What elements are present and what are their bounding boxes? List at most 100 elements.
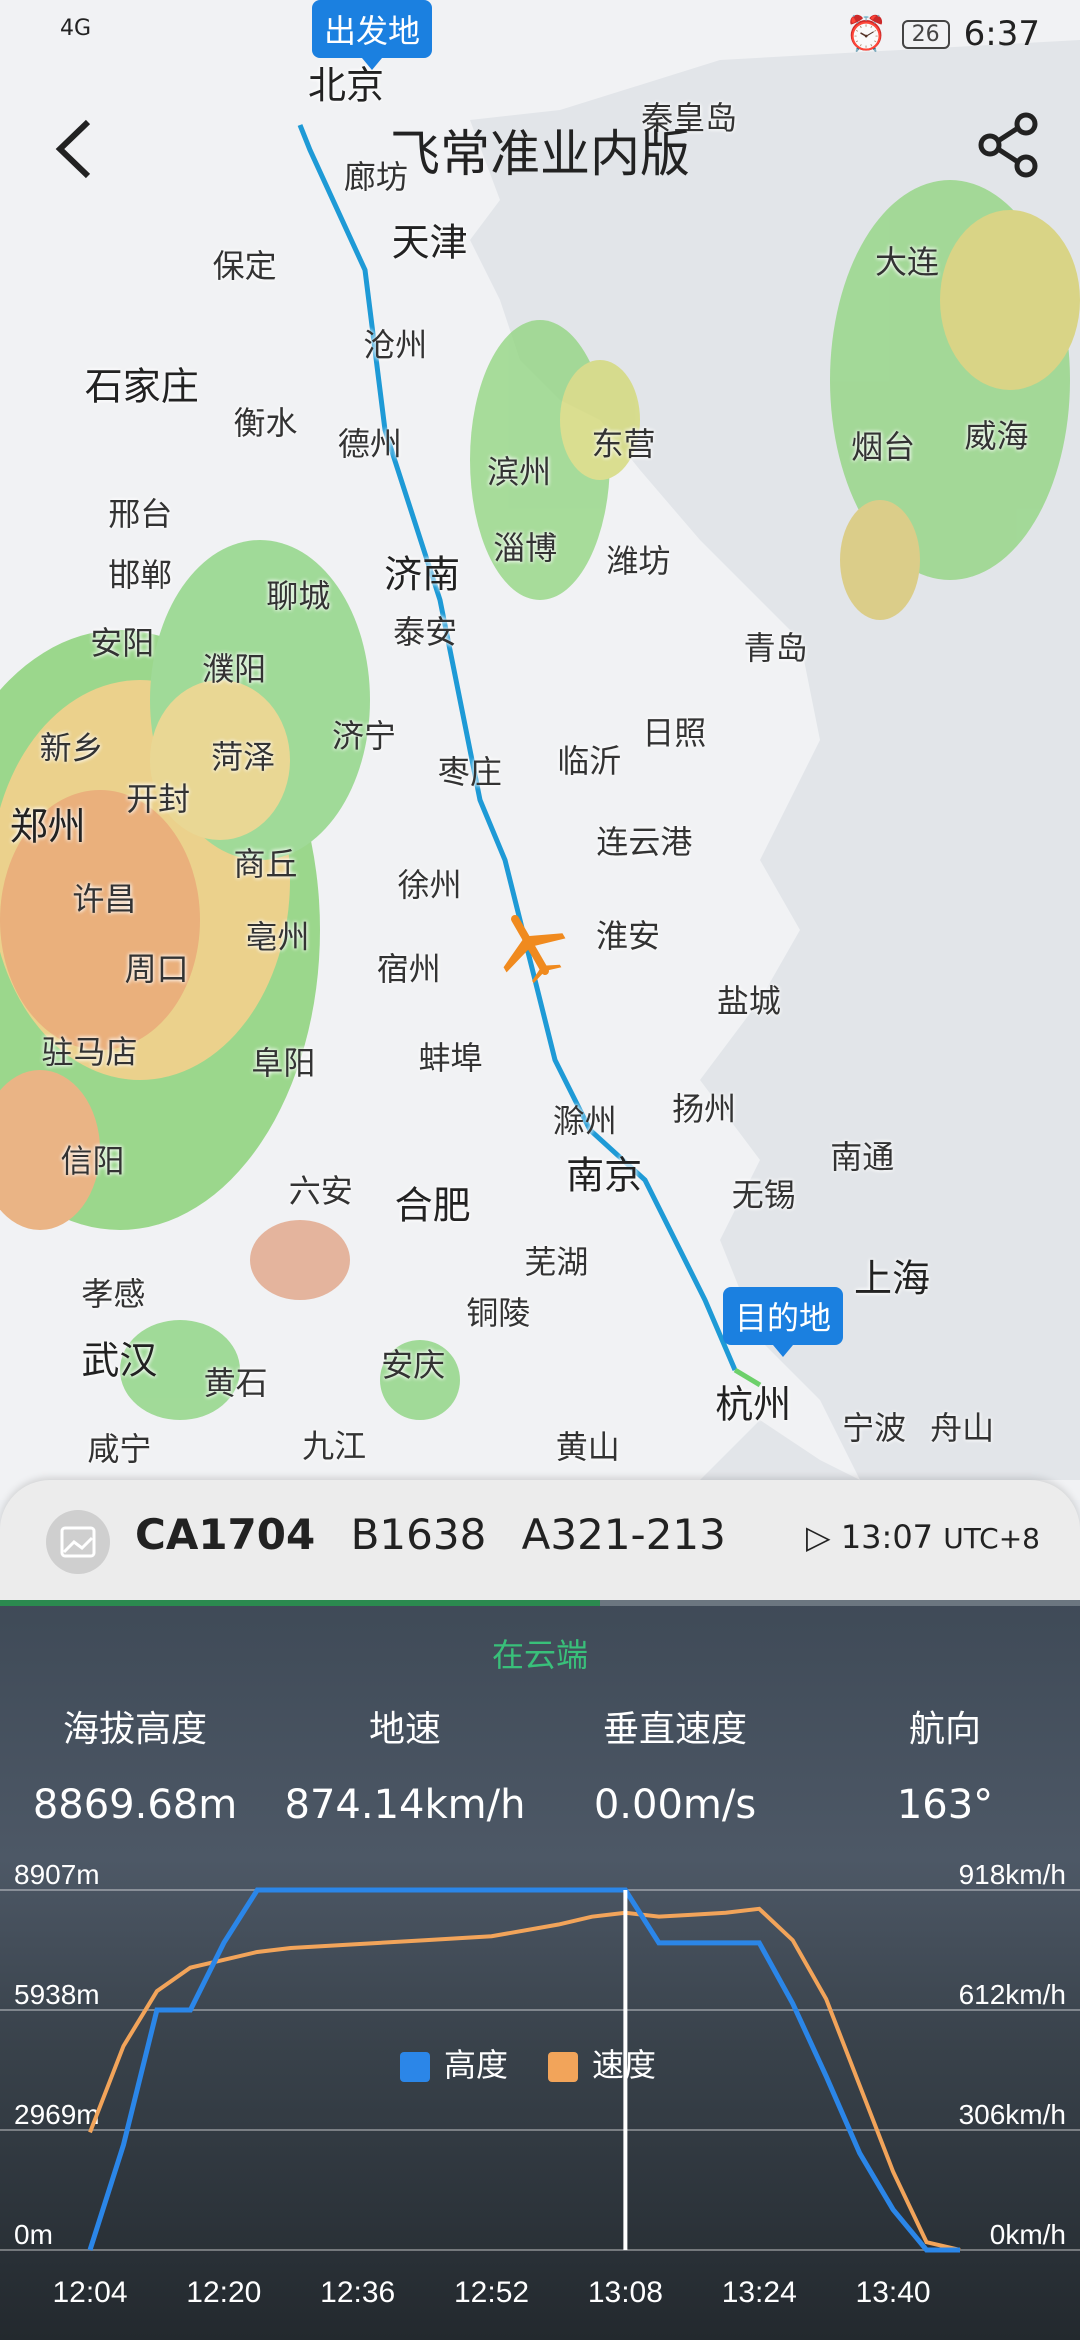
city-label: 宿州 [376,949,441,988]
city-label: 临沂 [557,742,622,781]
x-tick: 12:20 [186,2276,261,2309]
progress-remaining [600,1600,1080,1606]
city-label: 合肥 [394,1183,471,1228]
city-label: 滨州 [487,452,552,491]
city-label: 淄博 [493,528,558,567]
city-label: 舟山 [930,1409,995,1448]
city-label: 东营 [591,424,656,463]
legend-speed: 速度 [548,2040,656,2086]
playback-time: 13:07 [840,1518,934,1556]
y-left-tick: 8907m [14,1860,100,1890]
x-tick: 13:24 [722,2276,797,2309]
city-label: 商丘 [233,845,298,884]
city-label: 保定 [212,247,277,286]
city-label: 石家庄 [84,364,199,409]
city-label: 安阳 [90,624,155,663]
playback-control[interactable]: ▷ 13:07 UTC+8 [806,1518,1040,1556]
city-label: 亳州 [245,918,310,957]
share-icon[interactable] [974,110,1044,180]
city-label: 上海 [854,1256,931,1301]
city-label: 许昌 [72,879,137,918]
aircraft-type: A321-213 [521,1510,726,1559]
city-label: 信阳 [60,1142,125,1181]
city-label: 邯郸 [108,555,173,594]
city-label: 衡水 [233,403,298,442]
flight-info-bar[interactable]: CA1704 B1638 A321-213 ▷ 13:07 UTC+8 [0,1480,1080,1600]
stat-ground-speed: 地速 874.14km/h [284,1709,526,1828]
y-right-tick: 918km/h [959,1860,1066,1890]
legend-altitude: 高度 [400,2040,508,2086]
city-label: 连云港 [596,822,693,861]
flight-data-panel: 在云端 海拔高度 8869.68m 地速 874.14km/h 垂直速度 0.0… [0,1600,1080,2340]
flight-phase: 在云端 [491,1636,588,1674]
city-label: 濮阳 [202,649,267,688]
city-label: 南通 [830,1137,895,1176]
map[interactable]: 北京 秦皇岛 廊坊 天津 大连 保定 沧州 石家庄 衡水 德州 东营 烟台 威海 滨州 邢台 淄博 潍坊 济南 邯郸… [0,0,1080,1500]
x-tick: 12:04 [52,2276,127,2309]
stat-vertical-speed: 垂直速度 0.00m/s [593,1709,757,1828]
y-left-tick: 5938m [14,1979,100,2010]
chart-legend: 高度 速度 [400,2040,656,2086]
y-right-tick: 612km/h [959,1979,1066,2010]
stat-heading: 航向 163° [896,1709,994,1828]
battery-icon: 26 [901,19,950,49]
city-label: 杭州 [715,1382,792,1427]
city-label: 德州 [337,424,402,463]
city-label: 南京 [566,1153,643,1198]
x-tick: 13:40 [856,2276,931,2309]
city-label: 潍坊 [606,542,671,581]
x-tick: 13:08 [588,2276,663,2309]
city-label: 大连 [874,242,939,281]
city-label: 滁州 [552,1101,617,1140]
city-label: 新乡 [39,728,104,767]
city-label: 盐城 [716,982,781,1021]
city-label: 聊城 [266,576,331,615]
city-label: 枣庄 [437,752,502,791]
city-label: 周口 [124,949,189,988]
city-label: 青岛 [743,628,808,667]
city-label: 咸宁 [87,1429,152,1468]
city-label: 沧州 [363,326,428,365]
airplane-icon[interactable] [490,905,570,985]
aircraft-registration: B1638 [350,1510,487,1559]
city-label: 阜阳 [251,1043,316,1082]
city-label: 六安 [288,1171,353,1210]
city-label: 邢台 [108,494,173,533]
y-right-tick: 306km/h [959,2099,1066,2130]
status-bar: 4G ⏰ 26 6:37 [0,0,1080,70]
signal-indicator: 4G [60,16,92,41]
x-tick: 12:36 [320,2276,395,2309]
city-label: 淮安 [595,916,661,955]
city-label: 武汉 [81,1338,158,1383]
page-title: 飞常准业内版 [390,125,690,183]
city-label: 菏泽 [211,737,276,776]
stat-altitude: 海拔高度 8869.68m [32,1709,238,1828]
city-label: 开封 [126,779,191,818]
city-label: 济宁 [331,716,396,755]
x-tick: 12:52 [454,2276,529,2309]
play-icon[interactable]: ▷ [806,1518,831,1556]
city-label: 蚌埠 [418,1039,483,1078]
city-label: 泰安 [393,612,458,651]
timezone: UTC+8 [943,1522,1040,1555]
alarm-icon: ⏰ [845,14,888,54]
y-left-tick: 0m [14,2219,53,2250]
city-label: 孝感 [81,1274,146,1313]
city-label: 安庆 [381,1346,446,1385]
city-label: 铜陵 [466,1294,531,1333]
photo-icon[interactable] [46,1510,110,1574]
city-label: 芜湖 [524,1243,589,1282]
y-left-tick: 2969m [14,2099,100,2130]
city-label: 天津 [391,220,468,265]
city-label: 日照 [642,713,707,752]
city-label: 烟台 [851,427,916,466]
city-label: 济南 [384,552,461,597]
city-label: 威海 [964,417,1029,456]
destination-tag[interactable]: 目的地 [723,1287,844,1357]
city-label: 黄石 [203,1364,268,1403]
top-bar: 飞常准业内版 [0,100,1080,200]
city-label: 宁波 [842,1409,907,1448]
altitude-speed-chart[interactable]: 0m 0km/h 2969m 306km/h 5938m 612km/h 8907m 918k… [0,1860,1080,2340]
clock: 6:37 [963,14,1040,54]
city-label: 无锡 [731,1176,796,1215]
